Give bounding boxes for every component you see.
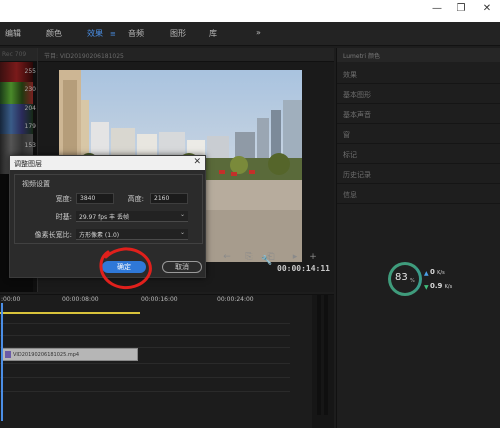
- gauge-value: 83: [395, 272, 408, 283]
- timebase-select[interactable]: 29.97 fps 丰 丢帧 ⌄: [76, 211, 188, 222]
- pixel-aspect-select[interactable]: 方形像素 (1.0) ⌄: [76, 229, 188, 240]
- workspace-edit[interactable]: 编辑: [5, 28, 21, 39]
- scope-header: Rec 709: [0, 48, 37, 61]
- timecode-display: 00:00:14:11: [277, 264, 330, 273]
- video-settings-label: 视频设置: [22, 180, 50, 188]
- maximize-button[interactable]: ❐: [452, 1, 470, 17]
- download-speed: 0.9 K/s: [430, 282, 453, 290]
- chevron-down-icon: ⌄: [179, 229, 185, 236]
- scope-tick: 230: [24, 86, 36, 93]
- scope-tick: 255: [24, 68, 36, 75]
- pixel-aspect-label: 像素长宽比:: [34, 231, 72, 239]
- clip-name: VID20190206181025.mp4: [13, 352, 80, 358]
- height-label: 高度:: [127, 195, 144, 203]
- panel-item-essential-sound[interactable]: 基本声音: [337, 104, 500, 124]
- workspace-graphics[interactable]: 图形: [170, 28, 186, 39]
- play-icon[interactable]: ▸: [288, 252, 302, 262]
- scope-tick: 153: [24, 142, 36, 149]
- workspace-library[interactable]: 库: [209, 28, 217, 39]
- minimize-button[interactable]: —: [428, 1, 446, 17]
- chevron-down-icon: ⌄: [179, 211, 185, 218]
- panel-item-info[interactable]: 信息: [337, 184, 500, 204]
- dialog-title-text: 调整图层: [14, 160, 42, 168]
- timeline-ruler-label: 00:00:24:00: [217, 296, 254, 303]
- scope-tick: 204: [24, 105, 36, 112]
- panel-item-effects[interactable]: 效果: [337, 64, 500, 84]
- work-area-bar[interactable]: [0, 312, 140, 314]
- upload-speed: 0 K/s: [430, 268, 445, 276]
- annotation-circle: [99, 247, 152, 289]
- workspace-more-icon[interactable]: »: [256, 28, 261, 37]
- workspace-effects[interactable]: 效果: [87, 28, 103, 39]
- width-label: 宽度:: [55, 195, 72, 203]
- close-window-button[interactable]: ✕: [478, 1, 496, 17]
- download-arrow-icon: ▼: [424, 284, 429, 291]
- upload-arrow-icon: ▲: [424, 270, 429, 277]
- panel-item-essential-graphics[interactable]: 基本图形: [337, 84, 500, 104]
- close-icon[interactable]: ✕: [193, 157, 201, 167]
- height-field[interactable]: 2160: [150, 193, 188, 204]
- panel-item-markers[interactable]: 标记: [337, 144, 500, 164]
- timeline-ruler-label: 00:00:08:00: [62, 296, 99, 303]
- panel-item-window[interactable]: 窗: [337, 124, 500, 144]
- workspace-color[interactable]: 颜色: [46, 28, 62, 39]
- cancel-button[interactable]: 取消: [162, 261, 202, 273]
- window-titlebar: — ❐ ✕: [0, 0, 500, 22]
- extract-icon[interactable]: ⎗: [264, 252, 278, 262]
- timeline-ruler-label: 00:00:16:00: [141, 296, 178, 303]
- timebase-label: 时基:: [55, 213, 72, 221]
- gauge-unit: %: [410, 278, 415, 284]
- lift-icon[interactable]: ⎘: [242, 252, 256, 262]
- insert-icon[interactable]: ←: [220, 252, 234, 262]
- timeline-ruler-label: :00:00: [1, 296, 21, 303]
- add-button-icon[interactable]: +: [306, 252, 320, 262]
- audio-meter: [312, 295, 334, 428]
- workspace-bar: 编辑 颜色 效果 ≡ 音频 图形 库 »: [0, 22, 500, 46]
- playhead[interactable]: [1, 303, 3, 421]
- workspace-audio[interactable]: 音频: [128, 28, 144, 39]
- panel-item-history[interactable]: 历史记录: [337, 164, 500, 184]
- video-clip[interactable]: VID20190206181025.mp4: [2, 348, 138, 361]
- dialog-title: 调整图层 ✕: [10, 156, 205, 170]
- scope-tick: 179: [24, 123, 36, 130]
- monitor-header[interactable]: 节目: VID20190206181025: [38, 48, 334, 62]
- timeline-panel: :00:00 00:00:08:00 00:00:16:00 00:00:24:…: [0, 294, 334, 428]
- right-panel: Lumetri 颜色 效果 基本图形 基本声音 窗 标记 历史记录 信息: [336, 48, 500, 428]
- workspace-menu-icon[interactable]: ≡: [110, 30, 116, 38]
- lumetri-panel-header[interactable]: Lumetri 颜色: [337, 48, 500, 62]
- clip-fx-icon: [5, 351, 11, 358]
- width-field[interactable]: 3840: [76, 193, 114, 204]
